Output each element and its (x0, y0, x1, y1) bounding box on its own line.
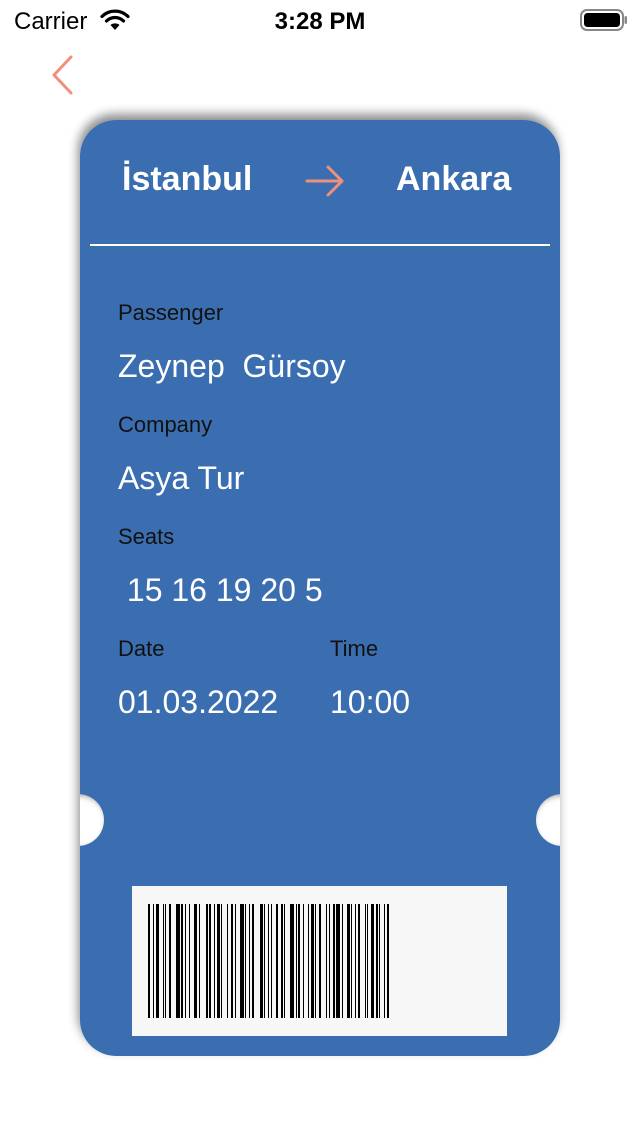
barcode-bar (176, 904, 180, 1018)
barcode-bar (371, 904, 374, 1018)
route-destination: Ankara (396, 160, 512, 198)
barcode-bar (185, 904, 186, 1018)
barcode-bar (181, 904, 183, 1018)
barcode-bar (199, 904, 200, 1018)
battery-icon (580, 9, 627, 31)
barcode-bar (326, 904, 327, 1018)
barcode-bar (284, 904, 285, 1018)
barcode-bar (249, 904, 250, 1018)
barcode-bar (245, 904, 246, 1018)
barcode-bar (365, 904, 366, 1018)
back-button[interactable] (44, 54, 84, 96)
barcode-bar (214, 904, 215, 1018)
barcode-bar (276, 904, 278, 1018)
barcode-bar (231, 904, 233, 1018)
ticket-card: İstanbul Ankara Passenger Zeynep Gürsoy … (80, 120, 560, 1056)
date-label: Date (118, 636, 165, 661)
barcode-bar (156, 904, 159, 1018)
barcode-bar (271, 904, 272, 1018)
barcode-bar (379, 904, 380, 1018)
seat-numbers: 15 16 19 20 5 (118, 572, 323, 608)
barcode-bar (169, 904, 171, 1018)
barcode-bar (281, 904, 283, 1018)
barcode-bar (163, 904, 164, 1018)
barcode-bar (209, 904, 211, 1018)
status-time: 3:28 PM (274, 8, 366, 35)
barcode-bar (342, 904, 343, 1018)
barcode-bar (165, 904, 166, 1018)
barcode-bar (235, 904, 236, 1018)
barcode-bar (148, 904, 150, 1018)
barcode-bar (308, 904, 309, 1018)
travel-time: 10:00 (330, 684, 411, 720)
barcode-bar (384, 904, 385, 1018)
barcode-bar (358, 904, 360, 1018)
barcode-bar (252, 904, 254, 1018)
barcode-bar (336, 904, 340, 1018)
barcode-image (148, 904, 389, 1018)
passenger-name: Zeynep Gürsoy (118, 348, 346, 384)
route-divider (90, 244, 550, 246)
barcode-bar (351, 904, 352, 1018)
barcode-bar (329, 904, 330, 1018)
barcode-bar (206, 904, 208, 1018)
barcode-bar (264, 904, 265, 1018)
barcode-bar (217, 904, 220, 1018)
status-bar: Carrier 3:28 PM (0, 0, 640, 40)
barcode-bar (194, 904, 197, 1018)
barcode-bar (319, 904, 321, 1018)
company-name: Asya Tur (118, 460, 245, 496)
barcode-bar (315, 904, 316, 1018)
arrow-right-icon (305, 165, 344, 197)
barcode-bar (347, 904, 350, 1018)
barcode-bar (355, 904, 356, 1018)
barcode-bar (221, 904, 222, 1018)
barcode-bar (227, 904, 228, 1018)
barcode-bar (260, 904, 263, 1018)
chevron-left-icon (52, 55, 73, 95)
route-origin: İstanbul (122, 160, 253, 198)
barcode-bar (333, 904, 335, 1018)
barcode-bar (376, 904, 378, 1018)
barcode-bar (387, 904, 389, 1018)
ticket-notch-right (536, 794, 560, 846)
barcode-bar (240, 904, 244, 1018)
barcode-bar (298, 904, 300, 1018)
barcode-bar (153, 904, 154, 1018)
barcode-bar (367, 904, 368, 1018)
barcode-bar (296, 904, 297, 1018)
travel-date: 01.03.2022 (118, 684, 279, 720)
company-label: Company (118, 412, 213, 437)
seats-label: Seats (118, 524, 175, 549)
barcode-bar (268, 904, 269, 1018)
barcode-bar (189, 904, 190, 1018)
time-label: Time (330, 636, 379, 661)
passenger-label: Passenger (118, 300, 224, 325)
barcode-panel (132, 886, 507, 1036)
barcode-bar (290, 904, 294, 1018)
barcode-bar (311, 904, 314, 1018)
ticket-notch-left (80, 794, 104, 846)
barcode-bar (303, 904, 304, 1018)
